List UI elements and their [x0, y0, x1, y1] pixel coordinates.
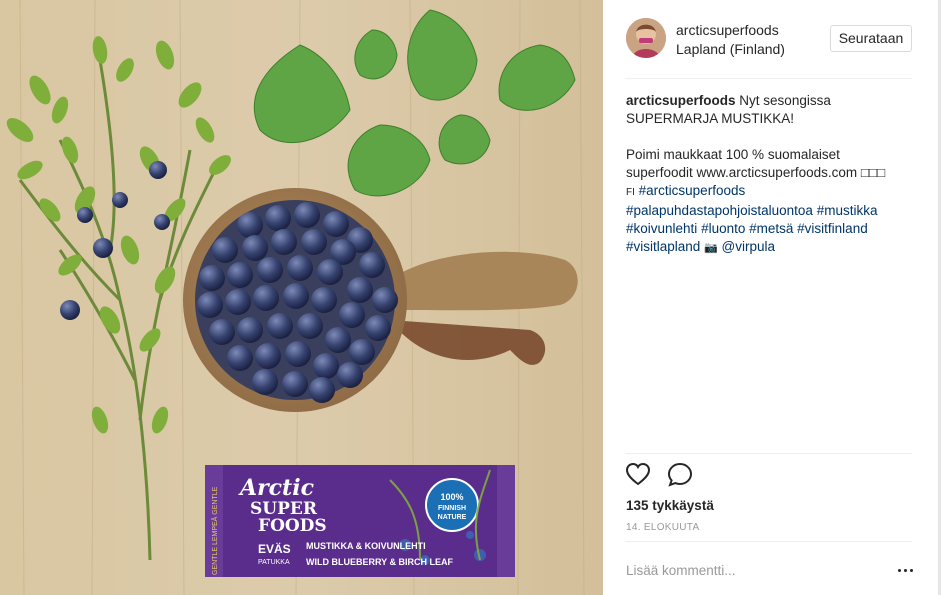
camera-icon: 📷 [704, 242, 718, 254]
badge-line-3: NATURE [438, 514, 467, 521]
avatar[interactable] [626, 18, 666, 58]
product-brand-1: Arctic [238, 475, 315, 501]
mention-link[interactable]: @virpula [722, 239, 775, 254]
caption-flag-fi: FI [626, 187, 635, 198]
location[interactable]: Lapland (Finland) [676, 41, 785, 57]
caption-line-2: SUPERMARJA MUSTIKKA! [626, 111, 795, 126]
hashtag-link[interactable]: #arcticsuperfoods [639, 183, 746, 198]
hashtag-link[interactable]: #mustikka [817, 203, 878, 218]
hashtag-link[interactable]: #visitfinland [797, 221, 868, 236]
caption-line-1: Nyt sesongissa [739, 93, 831, 108]
product-line-sub: PATUKKA [258, 559, 290, 566]
caption-line-4: superfoodit www.arcticsuperfoods.com □□□ [626, 165, 886, 180]
caption-username[interactable]: arcticsuperfoods [626, 93, 736, 108]
more-options-icon[interactable] [896, 563, 916, 577]
likes-count[interactable]: 135 tykkäystä [626, 498, 714, 513]
product-side-text: GENTLE LEMPEÄ GENTLE [211, 486, 219, 575]
actions-divider [625, 453, 912, 454]
caption-line-3: Poimi maukkaat 100 % suomalaiset [626, 147, 840, 162]
hashtag-link[interactable]: #palapuhdastapohjoistaluontoa [626, 203, 813, 218]
comment-divider [625, 541, 912, 542]
comment-input[interactable]: Lisää kommentti... [626, 563, 736, 578]
post-sidebar: arcticsuperfoods Lapland (Finland) Seura… [603, 0, 941, 595]
username[interactable]: arcticsuperfoods [676, 22, 779, 38]
post-photo[interactable]: Arctic SUPER FOODS EVÄS PATUKKA MUSTIKKA… [0, 0, 603, 595]
caption: arcticsuperfoods Nyt sesongissa SUPERMAR… [626, 92, 911, 257]
badge-line-1: 100% [440, 492, 463, 502]
post-date: 14. ELOKUUTA [626, 522, 700, 533]
header-divider [625, 78, 912, 79]
snack-bar: Arctic SUPER FOODS EVÄS PATUKKA MUSTIKKA… [205, 465, 515, 577]
hashtag-link[interactable]: #visitlapland [626, 239, 700, 254]
hashtag-link[interactable]: #koivunlehti [626, 221, 697, 236]
comment-icon[interactable] [667, 462, 693, 488]
hashtag-link[interactable]: #metsä [749, 221, 793, 236]
heart-icon[interactable] [625, 462, 651, 488]
badge-line-2: FINNISH [438, 505, 466, 512]
product-flavor-fi: MUSTIKKA & KOIVUNLEHTI [306, 541, 426, 551]
follow-button[interactable]: Seurataan [830, 25, 912, 52]
product-flavor-en: WILD BLUEBERRY & BIRCH LEAF [306, 557, 453, 567]
product-line-name: EVÄS [258, 541, 291, 556]
post-header: arcticsuperfoods Lapland (Finland) Seura… [603, 0, 941, 78]
hashtag-link[interactable]: #luonto [701, 221, 745, 236]
product-brand-3: FOODS [258, 516, 327, 536]
